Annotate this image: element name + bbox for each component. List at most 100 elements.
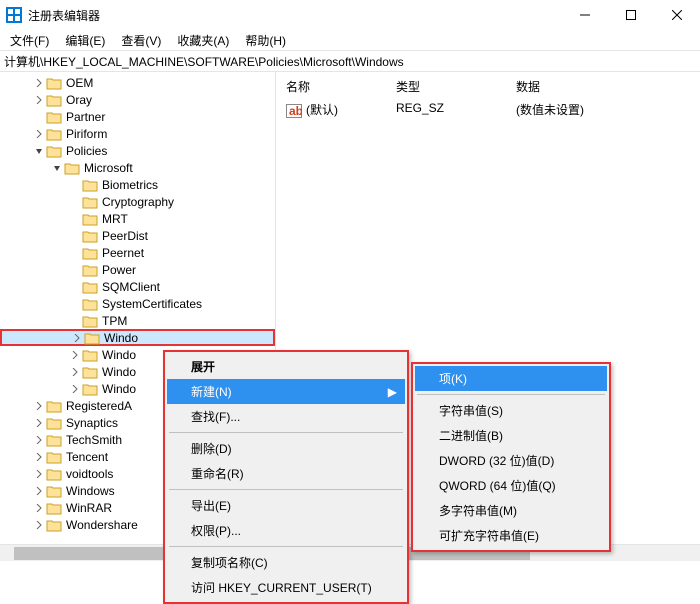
folder-icon bbox=[82, 195, 98, 209]
tree-label: Windo bbox=[102, 365, 136, 379]
tree-node[interactable]: SQMClient bbox=[0, 278, 275, 295]
expand-arrow-icon[interactable] bbox=[68, 382, 82, 396]
ctx-new-qword[interactable]: QWORD (64 位)值(Q) bbox=[415, 473, 607, 498]
tree-node[interactable]: Cryptography bbox=[0, 193, 275, 210]
ctx-new-binary[interactable]: 二进制值(B) bbox=[415, 423, 607, 448]
ctx-new[interactable]: 新建(N)▶ bbox=[167, 379, 405, 404]
expand-arrow-icon[interactable] bbox=[32, 416, 46, 430]
ctx-new-expand[interactable]: 可扩充字符串值(E) bbox=[415, 523, 607, 548]
folder-icon bbox=[82, 314, 98, 328]
ctx-rename[interactable]: 重命名(R) bbox=[167, 461, 405, 486]
tree-node[interactable]: Windo bbox=[0, 329, 275, 346]
title-bar: 注册表编辑器 bbox=[0, 0, 700, 30]
menu-view[interactable]: 查看(V) bbox=[115, 30, 167, 51]
folder-icon bbox=[46, 416, 62, 430]
expand-arrow-icon[interactable] bbox=[68, 212, 82, 226]
context-submenu-new: 项(K) 字符串值(S) 二进制值(B) DWORD (32 位)值(D) QW… bbox=[411, 362, 611, 552]
tree-label: SQMClient bbox=[102, 280, 160, 294]
ctx-new-dword[interactable]: DWORD (32 位)值(D) bbox=[415, 448, 607, 473]
close-button[interactable] bbox=[654, 0, 700, 30]
tree-node[interactable]: PeerDist bbox=[0, 227, 275, 244]
tree-label: Peernet bbox=[102, 246, 144, 260]
ctx-new-multi[interactable]: 多字符串值(M) bbox=[415, 498, 607, 523]
col-type[interactable]: 类型 bbox=[392, 76, 512, 97]
expand-arrow-icon[interactable] bbox=[68, 365, 82, 379]
folder-icon bbox=[82, 365, 98, 379]
expand-arrow-icon[interactable] bbox=[50, 161, 64, 175]
tree-label: Tencent bbox=[66, 450, 108, 464]
tree-node[interactable]: Partner bbox=[0, 108, 275, 125]
folder-icon bbox=[82, 229, 98, 243]
ctx-new-string[interactable]: 字符串值(S) bbox=[415, 398, 607, 423]
separator bbox=[169, 432, 403, 433]
tree-label: Oray bbox=[66, 93, 92, 107]
tree-label: Partner bbox=[66, 110, 105, 124]
expand-arrow-icon[interactable] bbox=[32, 501, 46, 515]
expand-arrow-icon[interactable] bbox=[68, 280, 82, 294]
tree-node[interactable]: Policies bbox=[0, 142, 275, 159]
expand-arrow-icon[interactable] bbox=[32, 450, 46, 464]
tree-label: Biometrics bbox=[102, 178, 158, 192]
tree-node[interactable]: OEM bbox=[0, 74, 275, 91]
tree-node[interactable]: TPM bbox=[0, 312, 275, 329]
folder-icon bbox=[82, 280, 98, 294]
column-headers: 名称 类型 数据 bbox=[282, 76, 700, 97]
ctx-goto[interactable]: 访问 HKEY_CURRENT_USER(T) bbox=[167, 575, 405, 600]
col-name[interactable]: 名称 bbox=[282, 76, 392, 97]
expand-arrow-icon[interactable] bbox=[68, 178, 82, 192]
tree-label: Power bbox=[102, 263, 136, 277]
value-row[interactable]: ab(默认) REG_SZ (数值未设置) bbox=[282, 99, 700, 120]
expand-arrow-icon[interactable] bbox=[68, 229, 82, 243]
minimize-button[interactable] bbox=[562, 0, 608, 30]
expand-arrow-icon[interactable] bbox=[32, 144, 46, 158]
separator bbox=[417, 394, 605, 395]
expand-arrow-icon[interactable] bbox=[68, 348, 82, 362]
folder-icon bbox=[82, 382, 98, 396]
folder-icon bbox=[46, 433, 62, 447]
expand-arrow-icon[interactable] bbox=[70, 331, 84, 345]
menu-fav[interactable]: 收藏夹(A) bbox=[171, 30, 235, 51]
string-value-icon: ab bbox=[286, 104, 302, 118]
tree-label: Wondershare bbox=[66, 518, 138, 532]
expand-arrow-icon[interactable] bbox=[32, 76, 46, 90]
tree-node[interactable]: Peernet bbox=[0, 244, 275, 261]
ctx-export[interactable]: 导出(E) bbox=[167, 493, 405, 518]
tree-node[interactable]: Oray bbox=[0, 91, 275, 108]
folder-icon bbox=[82, 212, 98, 226]
folder-icon bbox=[82, 297, 98, 311]
folder-icon bbox=[46, 484, 62, 498]
ctx-new-key[interactable]: 项(K) bbox=[415, 366, 607, 391]
expand-arrow-icon[interactable] bbox=[32, 433, 46, 447]
tree-node[interactable]: SystemCertificates bbox=[0, 295, 275, 312]
ctx-find[interactable]: 查找(F)... bbox=[167, 404, 405, 429]
expand-arrow-icon[interactable] bbox=[32, 110, 46, 124]
expand-arrow-icon[interactable] bbox=[32, 467, 46, 481]
expand-arrow-icon[interactable] bbox=[68, 297, 82, 311]
tree-node[interactable]: MRT bbox=[0, 210, 275, 227]
window-title: 注册表编辑器 bbox=[28, 7, 562, 24]
folder-icon bbox=[46, 467, 62, 481]
menu-edit[interactable]: 编辑(E) bbox=[59, 30, 111, 51]
tree-node[interactable]: Piriform bbox=[0, 125, 275, 142]
expand-arrow-icon[interactable] bbox=[32, 399, 46, 413]
col-data[interactable]: 数据 bbox=[512, 76, 544, 97]
menu-file[interactable]: 文件(F) bbox=[4, 30, 55, 51]
expand-arrow-icon[interactable] bbox=[68, 263, 82, 277]
expand-arrow-icon[interactable] bbox=[32, 484, 46, 498]
ctx-perm[interactable]: 权限(P)... bbox=[167, 518, 405, 543]
ctx-expand[interactable]: 展开 bbox=[167, 354, 405, 379]
expand-arrow-icon[interactable] bbox=[68, 246, 82, 260]
expand-arrow-icon[interactable] bbox=[32, 93, 46, 107]
tree-node[interactable]: Biometrics bbox=[0, 176, 275, 193]
expand-arrow-icon[interactable] bbox=[68, 314, 82, 328]
address-bar[interactable]: 计算机\HKEY_LOCAL_MACHINE\SOFTWARE\Policies… bbox=[0, 50, 700, 72]
ctx-delete[interactable]: 删除(D) bbox=[167, 436, 405, 461]
expand-arrow-icon[interactable] bbox=[32, 127, 46, 141]
maximize-button[interactable] bbox=[608, 0, 654, 30]
menu-help[interactable]: 帮助(H) bbox=[239, 30, 292, 51]
expand-arrow-icon[interactable] bbox=[68, 195, 82, 209]
tree-node[interactable]: Power bbox=[0, 261, 275, 278]
menu-bar: 文件(F) 编辑(E) 查看(V) 收藏夹(A) 帮助(H) bbox=[0, 30, 700, 50]
expand-arrow-icon[interactable] bbox=[32, 518, 46, 532]
tree-node[interactable]: Microsoft bbox=[0, 159, 275, 176]
